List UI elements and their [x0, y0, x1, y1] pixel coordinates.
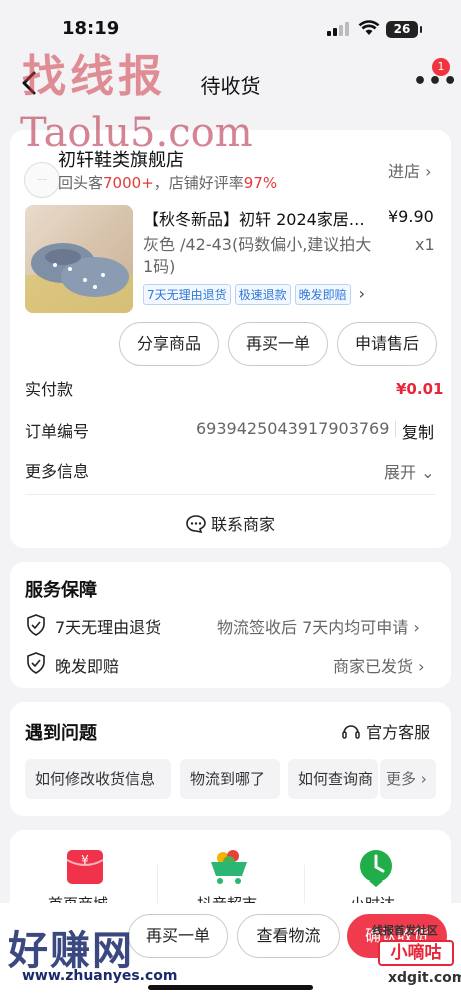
slipper-image-icon — [25, 243, 133, 313]
view-logistics-button[interactable]: 查看物流 — [237, 914, 340, 958]
shop-stats: 回头客7000+，店铺好评率97% — [58, 174, 278, 192]
battery-icon: 26 — [386, 21, 422, 38]
divider — [157, 865, 158, 905]
issue-chip[interactable]: 如何查询商 — [288, 759, 378, 799]
shopping-cart-icon[interactable] — [207, 846, 251, 886]
service-late-value[interactable]: 商家已发货 › — [333, 653, 425, 677]
watermark-bottom-right-top: 线报首发社区 — [372, 924, 438, 937]
bottom-rebuy-button[interactable]: 再买一单 — [128, 914, 228, 958]
clock-icon[interactable] — [357, 848, 395, 888]
shield-check-icon — [27, 652, 45, 674]
service-title: 服务保障 — [25, 580, 97, 601]
chevron-right-icon: › — [418, 657, 425, 676]
issues-more-button[interactable]: 更多 › — [380, 759, 436, 799]
chevron-down-icon: ⌄ — [421, 463, 435, 482]
chevron-right-icon: › — [413, 618, 420, 637]
home-indicator — [148, 985, 313, 990]
headset-icon — [342, 725, 360, 739]
product-title[interactable]: 【秋冬新品】初轩 2024家居… — [143, 206, 378, 230]
shop-name[interactable]: 初轩鞋类旗舰店 — [58, 146, 184, 172]
page-title: 待收货 — [200, 74, 261, 98]
red-envelope-icon[interactable]: ¥ — [65, 848, 105, 886]
aftersale-button[interactable]: 申请售后 — [337, 322, 437, 366]
paid-value: ¥0.01 — [396, 380, 444, 398]
contact-seller-button[interactable]: 联系商家 — [0, 511, 461, 535]
signal-icon — [327, 22, 349, 36]
tag-return: 7天无理由退货 — [143, 284, 231, 305]
chevron-right-icon: › — [425, 162, 432, 181]
issue-chip[interactable]: 如何修改收货信息 — [25, 759, 171, 799]
rebuy-button[interactable]: 再买一单 — [228, 322, 328, 366]
tag-late-comp: 晚发即赔 — [294, 284, 351, 305]
service-tags[interactable]: 7天无理由退货 极速退款 晚发即赔 › — [143, 284, 365, 305]
product-price: ¥9.90 — [388, 207, 434, 226]
product-spec: 灰色 /42-43(码数偏小,建议拍大 1码) — [143, 235, 372, 276]
expand-button[interactable]: 展开 ⌄ — [384, 459, 435, 483]
product-image[interactable] — [25, 205, 133, 313]
more-icon[interactable]: ••• — [413, 71, 458, 93]
watermark-bottom-url: www.zhuanyes.com — [22, 968, 178, 984]
svg-text:¥: ¥ — [81, 853, 89, 867]
wifi-icon — [358, 20, 380, 35]
status-bar: 18:19 26 — [0, 0, 461, 52]
copy-button[interactable]: 复制 — [402, 419, 434, 443]
paid-label: 实付款 — [25, 380, 74, 399]
order-number-label: 订单编号 — [25, 422, 90, 441]
product-quantity: x1 — [415, 235, 435, 254]
watermark-bottom-right: 小嘀咕 — [378, 940, 454, 966]
more-info-label: 更多信息 — [25, 462, 90, 481]
issue-chip[interactable]: 物流到哪了 — [180, 759, 280, 799]
chevron-right-icon: › — [420, 770, 427, 788]
service-return-label[interactable]: 7天无理由退货 — [55, 614, 161, 638]
service-late-label[interactable]: 晚发即赔 — [55, 653, 119, 677]
shop-logo[interactable]: ····· — [24, 162, 60, 198]
share-button[interactable]: 分享商品 — [119, 322, 219, 366]
issues-title: 遇到问题 — [25, 723, 97, 744]
tag-refund: 极速退款 — [234, 284, 291, 305]
chevron-right-icon: › — [358, 284, 366, 303]
watermark-bottom-right-url: xdgit.com — [388, 970, 461, 986]
enter-shop-link[interactable]: 进店 › — [388, 158, 432, 182]
notification-badge: 1 — [432, 58, 450, 76]
divider — [395, 421, 396, 437]
order-number: 6939425043917903769 — [196, 419, 390, 438]
top-nav: 待收货 ••• 1 — [0, 58, 461, 108]
status-time: 18:19 — [62, 18, 120, 39]
service-return-value[interactable]: 物流签收后 7天内均可申请 › — [217, 614, 420, 638]
divider — [304, 865, 305, 905]
divider — [25, 494, 436, 495]
official-service-link[interactable]: 官方客服 — [341, 719, 430, 743]
chat-icon — [186, 515, 206, 534]
shield-check-icon — [27, 614, 45, 636]
